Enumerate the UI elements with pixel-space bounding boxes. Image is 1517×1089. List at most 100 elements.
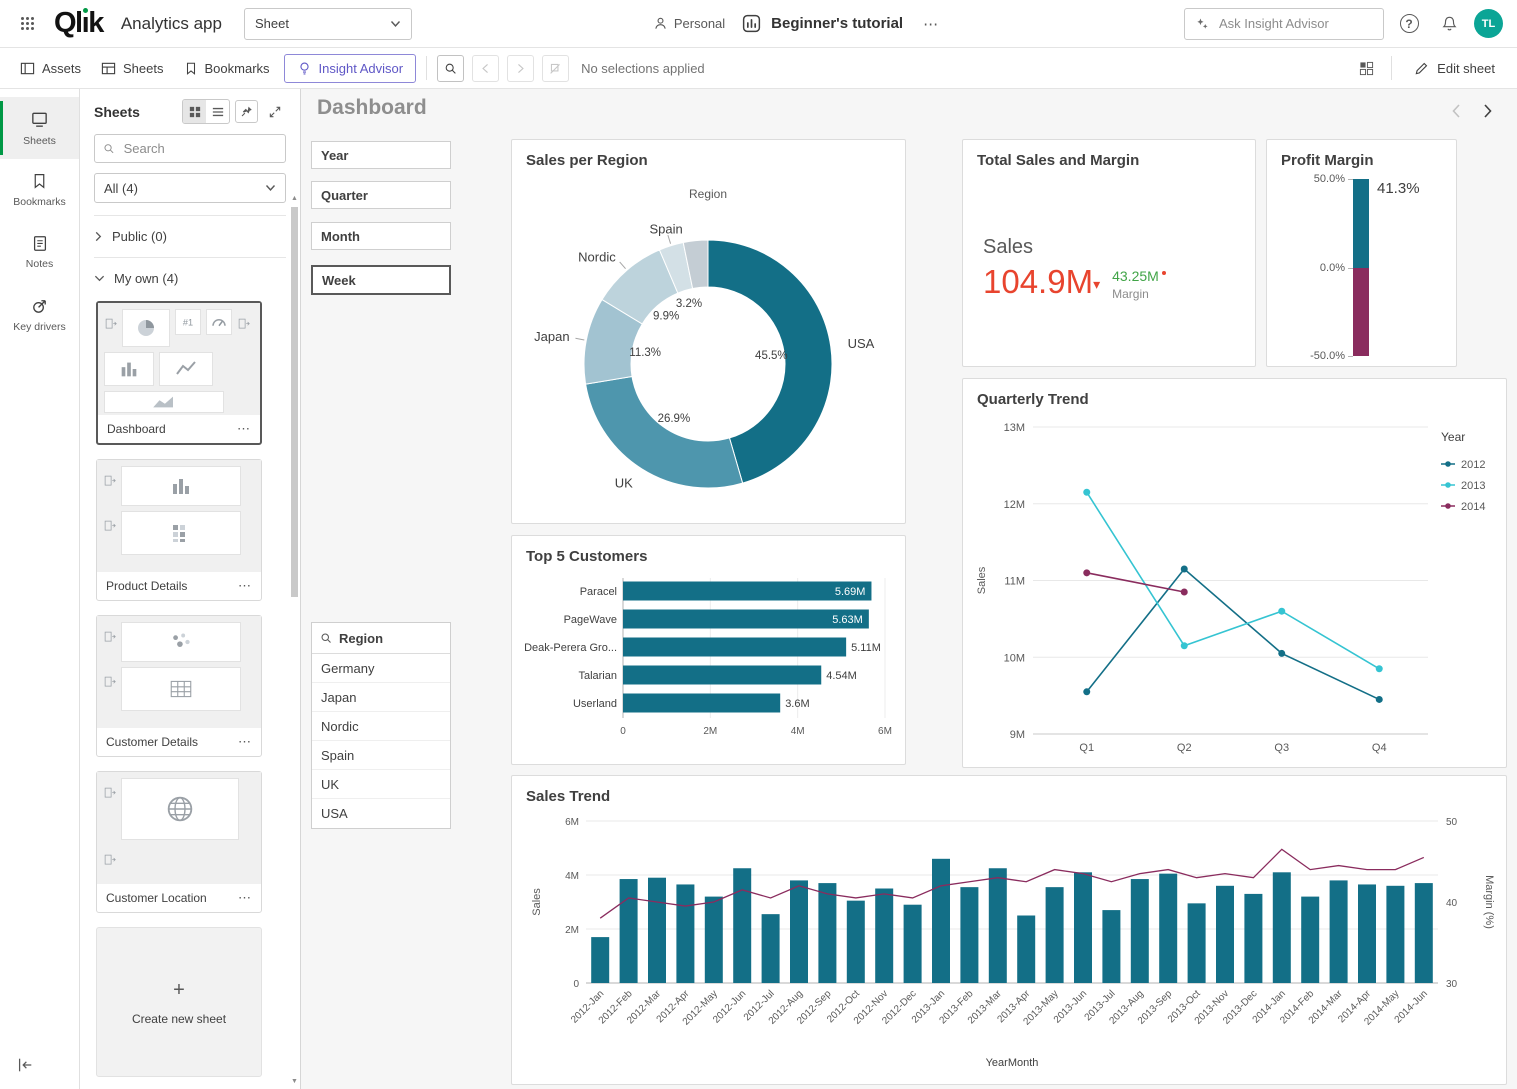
scrollbar-thumb[interactable] [291,207,298,597]
combo-chart[interactable]: 02M4M6M3040502012-Jan2012-Feb2012-Mar201… [512,776,1506,1084]
region-item-usa[interactable]: USA [312,799,450,828]
list-view-button[interactable] [206,100,229,123]
public-sheets-group[interactable]: Public (0) [94,215,286,257]
region-listbox-header[interactable]: Region [312,623,450,654]
svg-text:Margin (%): Margin (%) [1483,875,1495,929]
scroll-down-icon[interactable]: ▼ [290,1078,299,1085]
space-label: Personal [674,16,725,31]
key-drivers-icon [30,296,49,315]
svg-text:Paracel: Paracel [580,586,617,598]
clear-selections-button[interactable] [542,55,569,82]
region-item-uk[interactable]: UK [312,770,450,799]
sheets-panel-scrollbar[interactable]: ▲ ▼ [290,195,299,1085]
sheet-menu-button[interactable]: ⋯ [237,421,251,437]
assets-button[interactable]: Assets [10,55,91,82]
scroll-up-icon[interactable]: ▲ [290,195,299,202]
grid-view-button[interactable] [183,100,206,123]
rail-item-sheets[interactable]: Sheets [0,97,79,159]
gauge-segment [1353,268,1369,357]
step-back-selection-button[interactable] [472,55,499,82]
kpi-secondary-label: Margin [1112,287,1166,301]
chevron-down-icon [390,20,401,28]
svg-text:Deak-Perera Gro...: Deak-Perera Gro... [524,642,617,654]
rail-item-bookmarks[interactable]: Bookmarks [0,159,79,221]
region-item-nordic[interactable]: Nordic [312,712,450,741]
pin-panel-button[interactable] [235,100,258,123]
app-title-chip[interactable]: Beginner's tutorial [741,13,903,34]
edit-sheet-button[interactable]: Edit sheet [1402,55,1507,82]
sheet-card[interactable]: Customer Details⋯ [96,615,262,757]
sheet-search-input[interactable] [122,140,277,157]
expand-panel-button[interactable] [263,100,286,123]
chart-sales-trend[interactable]: Sales Trend 02M4M6M3040502012-Jan2012-Fe… [511,775,1507,1085]
bookmarks-label: Bookmarks [205,61,270,76]
chart-sales-per-region[interactable]: Sales per Region Region45.5%USA26.9%UK11… [511,139,906,524]
filter-quarter[interactable]: Quarter [311,181,451,209]
sheet-selector-value: Sheet [255,16,289,31]
kpi-primary-value: 104.9M▾ [983,265,1100,298]
thumb-tile-barw [121,466,241,506]
sheet-card[interactable]: #1Dashboard⋯ [96,301,262,445]
smart-search-selections-button[interactable] [437,55,464,82]
region-item-germany[interactable]: Germany [312,654,450,683]
chart-total-sales-and-margin[interactable]: Total Sales and Margin Sales 104.9M▾ 43.… [962,139,1256,367]
filter-month[interactable]: Month [311,222,451,250]
thumb-tile-filter [103,667,116,697]
region-item-spain[interactable]: Spain [312,741,450,770]
ask-insight-advisor-box[interactable] [1184,8,1384,40]
filter-week[interactable]: Week [311,265,451,295]
space-selector[interactable]: Personal [653,16,725,31]
filterpane-icon [104,520,116,532]
sheet-filter-dropdown[interactable]: All (4) [94,173,286,203]
sheet-menu-button[interactable]: ⋯ [238,578,252,594]
app-more-menu[interactable]: ⋯ [919,15,943,33]
gauge-tick-label: -50.0% [1287,350,1345,362]
gauge-icon [210,313,228,331]
donut-chart[interactable]: Region45.5%USA26.9%UK11.3%Japan9.9%Nordi… [512,140,905,523]
insight-advisor-button[interactable]: Insight Advisor [284,54,417,83]
svg-text:2013: 2013 [1461,480,1485,492]
svg-text:50: 50 [1446,817,1458,828]
help-button[interactable]: ? [1394,9,1424,39]
filter-year[interactable]: Year [311,141,451,169]
my-own-sheets-group[interactable]: My own (4) [94,257,286,299]
sheet-card[interactable]: Product Details ⋯ [96,459,262,601]
chart-profit-margin[interactable]: Profit Margin 50.0%0.0%-50.0%41.3% [1266,139,1457,367]
chart-title: Top 5 Customers [526,548,647,565]
sheet-layout-button[interactable] [1351,53,1381,83]
sheet-search-box[interactable] [94,134,286,163]
rail-item-keydrivers[interactable]: Key drivers [0,283,79,345]
table-icon [168,676,194,702]
chart-top-5-customers[interactable]: Top 5 Customers 02M4M6MParacel5.69MPageW… [511,535,906,765]
chart-quarterly-trend[interactable]: Quarterly Trend 9M10M11M12M13MQ1Q2Q3Q4Sa… [962,378,1507,768]
sheet-menu-button[interactable]: ⋯ [238,890,252,906]
bookmark-icon [184,61,198,76]
user-avatar[interactable]: TL [1474,9,1503,38]
app-tile-icon [741,13,762,34]
sheets-button[interactable]: Sheets [91,55,173,82]
line-chart[interactable]: 9M10M11M12M13MQ1Q2Q3Q4SalesYear201220132… [963,379,1506,767]
insight-advisor-input[interactable] [1217,15,1373,32]
next-sheet-button[interactable] [1483,103,1493,122]
notifications-button[interactable] [1434,9,1464,39]
create-new-sheet-button[interactable]: + Create new sheet [96,927,262,1077]
bar-chart[interactable]: 02M4M6MParacel5.69MPageWave5.63MDeak-Per… [512,536,905,764]
svg-text:13M: 13M [1004,422,1025,434]
thumb-tile-filter [237,309,250,339]
step-forward-selection-button[interactable] [507,55,534,82]
sheet-card[interactable]: Customer Location ⋯ [96,771,262,913]
rail-item-notes[interactable]: Notes [0,221,79,283]
sheet-selector-dropdown[interactable]: Sheet [244,8,412,40]
rail-item-label: Key drivers [13,321,66,333]
region-item-japan[interactable]: Japan [312,683,450,712]
app-launcher-waffle-icon[interactable] [14,11,40,37]
previous-sheet-button[interactable] [1451,103,1461,122]
trend-down-icon: ▾ [1093,276,1100,292]
pencil-icon [1414,61,1429,76]
sheet-name: Customer Location [106,891,207,905]
sheet-name: Product Details [106,579,187,593]
sheet-menu-button[interactable]: ⋯ [238,734,252,750]
svg-text:Nordic: Nordic [578,249,616,264]
bookmarks-button[interactable]: Bookmarks [174,55,280,82]
collapse-rail-button[interactable] [16,1056,34,1077]
